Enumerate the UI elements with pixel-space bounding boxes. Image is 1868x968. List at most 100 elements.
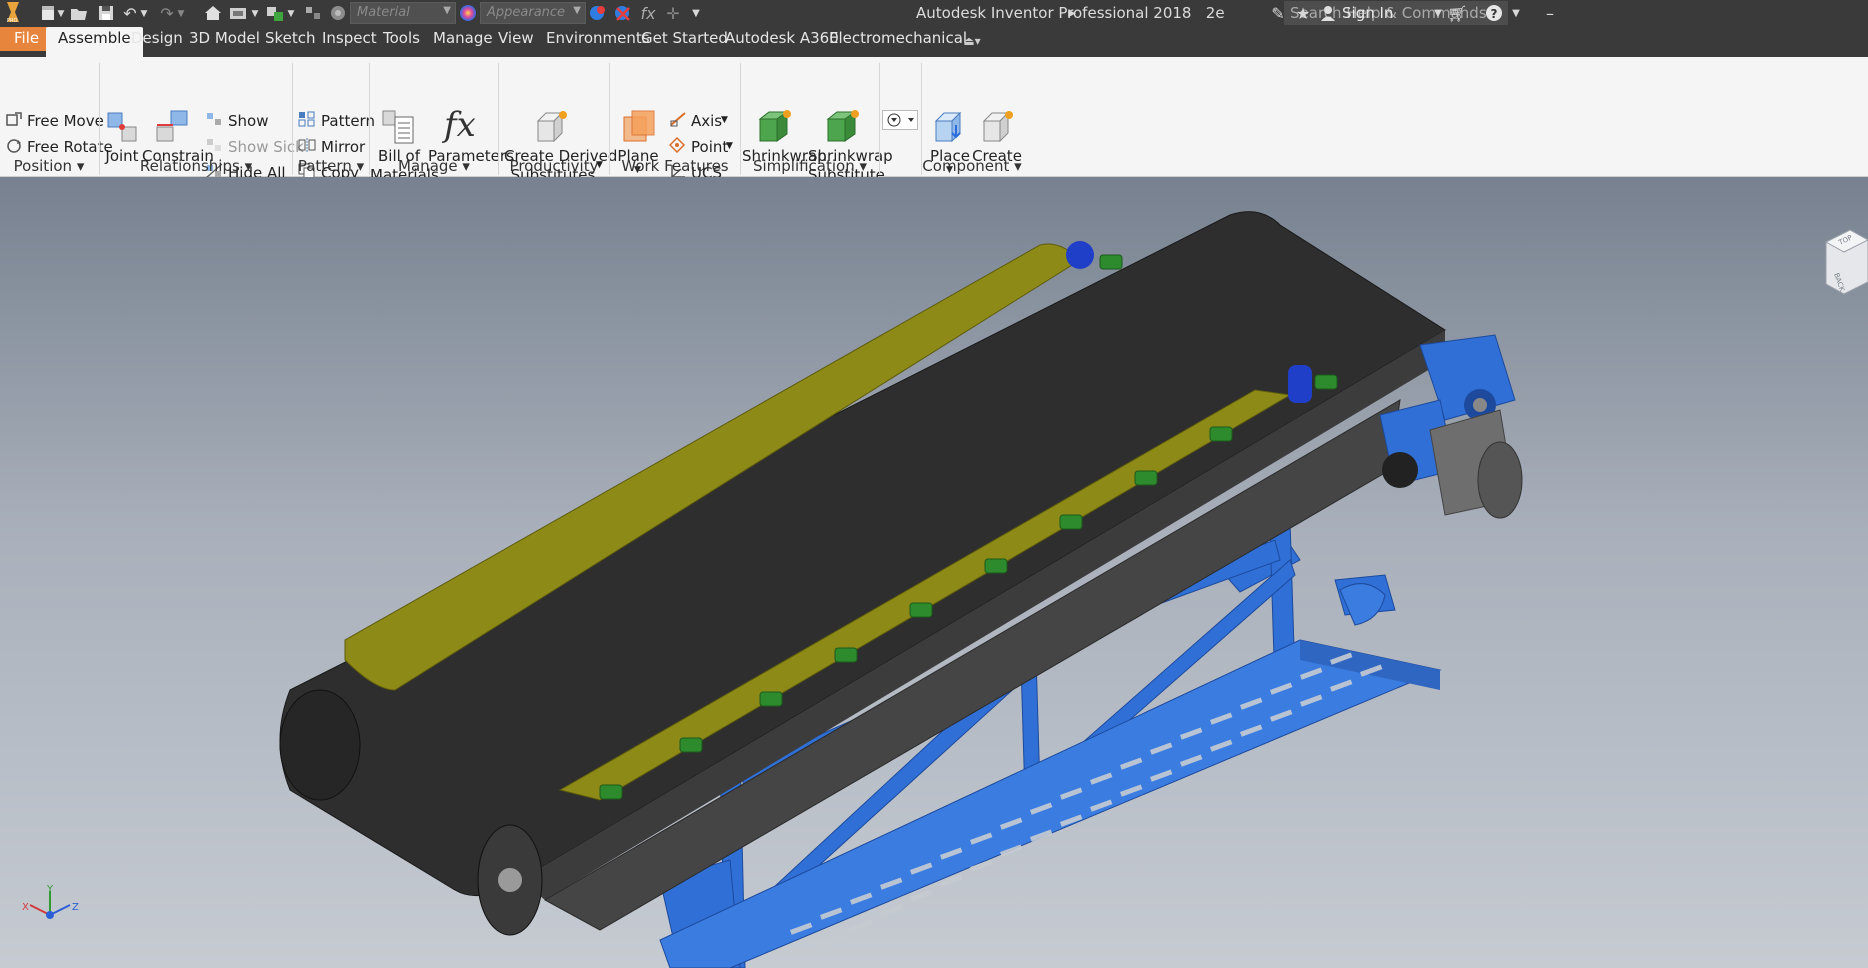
- app-name: Autodesk Inventor Professional 2018: [916, 4, 1192, 22]
- chevron-down-icon[interactable]: ▼: [139, 4, 149, 24]
- cart-icon[interactable]: 🛒︎: [1447, 4, 1467, 24]
- material-combo[interactable]: Material ▼: [350, 2, 456, 24]
- tab-manage[interactable]: Manage: [433, 27, 493, 51]
- chevron-down-icon[interactable]: ▼: [56, 4, 66, 24]
- clear-override-icon[interactable]: [613, 4, 633, 24]
- tab-autodesk-a360[interactable]: Autodesk A360: [725, 27, 839, 51]
- free-rotate-icon: [7, 139, 21, 153]
- create-derived-substitutes-icon: [536, 111, 567, 143]
- save-icon[interactable]: [96, 4, 116, 24]
- svg-text:PRO: PRO: [7, 18, 17, 24]
- axis-y-label: Y: [46, 884, 54, 895]
- chevron-down-icon[interactable]: ▼: [1428, 4, 1448, 24]
- svg-text:?: ?: [1491, 7, 1498, 21]
- tab-inspect[interactable]: Inspect: [322, 27, 377, 51]
- parameters-icon: fx: [444, 105, 476, 145]
- group-relationships-text: Relationships: [139, 157, 240, 175]
- group-component-text: Component: [922, 157, 1010, 175]
- viewcube[interactable]: TOP BACK: [1820, 222, 1868, 302]
- group-position-label[interactable]: Position ▾: [0, 157, 98, 177]
- free-move-button[interactable]: Free Move: [27, 112, 104, 130]
- chevron-down-icon[interactable]: ▼: [726, 141, 733, 151]
- tab-get-started[interactable]: Get Started: [641, 27, 728, 51]
- filter-icon: [887, 113, 914, 127]
- show-button[interactable]: Show: [228, 112, 268, 130]
- communication-center-icon[interactable]: ✎: [1268, 4, 1288, 24]
- tab-electromechanical[interactable]: Electromechanical: [829, 27, 967, 51]
- chevron-down-icon[interactable]: ▼: [721, 115, 728, 125]
- create-component-icon: [982, 111, 1013, 143]
- free-move-icon: [6, 112, 22, 126]
- select-icon[interactable]: [303, 4, 323, 24]
- adjust-icon[interactable]: ✛: [663, 4, 683, 24]
- tab-view[interactable]: View: [498, 27, 534, 51]
- tab-environments[interactable]: Environments: [546, 27, 650, 51]
- chevron-down-icon: ▼: [443, 5, 451, 16]
- open-icon[interactable]: [69, 4, 89, 24]
- chevron-down-icon[interactable]: ▼: [176, 4, 186, 24]
- tab-assemble[interactable]: Assemble: [46, 27, 143, 57]
- group-relationships-label[interactable]: Relationships ▾: [100, 157, 292, 177]
- group-simplification-label[interactable]: Simplification ▾: [741, 157, 879, 177]
- group-manage-label[interactable]: Manage ▾: [370, 157, 498, 177]
- fx-icon[interactable]: fx: [638, 4, 658, 24]
- group-manage-text: Manage: [398, 157, 458, 175]
- show-sick-icon: [207, 139, 221, 151]
- tab-tools[interactable]: Tools: [383, 27, 420, 51]
- update-icon[interactable]: [265, 4, 285, 24]
- bill-of-materials-icon: [382, 110, 414, 144]
- tab-sketch[interactable]: Sketch: [265, 27, 316, 51]
- axis-icon: [670, 112, 686, 127]
- pattern-icon: [298, 111, 315, 127]
- tab-design[interactable]: Design: [131, 27, 183, 51]
- favorites-icon[interactable]: ★: [1293, 4, 1313, 24]
- pattern-button[interactable]: Pattern: [321, 112, 375, 130]
- group-pattern-label[interactable]: Pattern ▾: [293, 157, 369, 177]
- axis-x-label: X: [22, 902, 29, 913]
- return-icon[interactable]: [228, 4, 248, 24]
- redo-icon[interactable]: ↷: [157, 4, 177, 24]
- user-icon[interactable]: [1318, 4, 1338, 24]
- color-override-icon[interactable]: [588, 4, 608, 24]
- group-position-text: Position: [13, 157, 73, 175]
- material-placeholder: Material: [357, 5, 410, 20]
- tab-3d-model[interactable]: 3D Model: [189, 27, 260, 51]
- point-button[interactable]: Point: [691, 138, 728, 156]
- group-component-label[interactable]: Component ▾: [922, 157, 1022, 177]
- title-bar: PRO ▼ ↶ ▼ ↷ ▼ ▼ ▼ Material ▼ Appearance ▼ …: [0, 0, 1868, 27]
- point-icon: [669, 137, 686, 153]
- shrinkwrap-icon: [758, 110, 791, 142]
- document-name: 2e: [1205, 4, 1225, 22]
- app-menu-icon[interactable]: PRO: [2, 0, 24, 26]
- home-icon[interactable]: [203, 4, 223, 24]
- customize-icon[interactable]: ▼: [686, 4, 706, 24]
- joint-icon: [107, 112, 137, 142]
- plane-icon: [623, 110, 655, 142]
- globe-icon[interactable]: [328, 4, 348, 24]
- axis-button[interactable]: Axis: [691, 112, 722, 130]
- undo-icon[interactable]: ↶: [120, 4, 140, 24]
- mirror-icon: [298, 138, 316, 152]
- group-pattern-text: Pattern: [297, 157, 352, 175]
- show-icon: [207, 113, 221, 125]
- graphics-viewport[interactable]: TOP BACK X Y Z: [0, 177, 1868, 968]
- minimize-icon[interactable]: –: [1540, 4, 1560, 24]
- new-icon[interactable]: [38, 4, 58, 24]
- help-icon[interactable]: ?: [1484, 4, 1504, 24]
- ribbon-panel: Free Move Free Rotate Position ▾ Joint C…: [0, 57, 1868, 184]
- ribbon-display-toggle-icon[interactable]: ⏏︎▾: [962, 31, 982, 51]
- mirror-button[interactable]: Mirror: [321, 138, 365, 156]
- chevron-down-icon[interactable]: ▼: [250, 4, 260, 24]
- appearance-sphere-icon[interactable]: [458, 4, 478, 24]
- place-icon: [934, 111, 962, 143]
- group-productivity-label: Productivity: [509, 157, 599, 175]
- options-dropdown[interactable]: [882, 110, 918, 130]
- expand-right-icon[interactable]: ▶: [1062, 4, 1082, 24]
- axis-triad: X Y Z: [22, 884, 79, 919]
- chevron-down-icon[interactable]: ▼: [1506, 4, 1526, 24]
- group-simplification-text: Simplification: [752, 157, 855, 175]
- group-work-features-label: Work Features: [621, 157, 729, 175]
- appearance-combo[interactable]: Appearance ▼: [480, 2, 586, 24]
- sign-in-link[interactable]: Sign In: [1342, 4, 1393, 22]
- chevron-down-icon[interactable]: ▼: [286, 4, 296, 24]
